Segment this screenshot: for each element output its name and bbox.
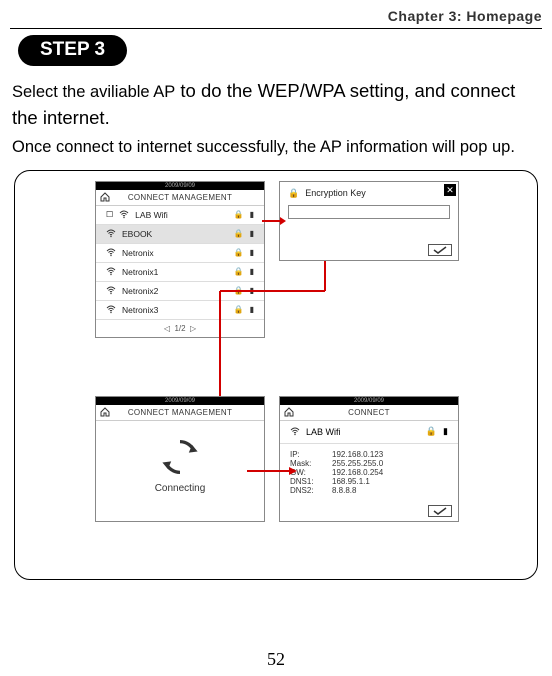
home-icon: [284, 407, 294, 419]
home-icon: [100, 407, 110, 419]
page-number: 52: [0, 649, 552, 670]
kv-row: IP: 192.168.0.123: [290, 450, 448, 459]
result-ssid-row: LAB Wifi 🔒 ▮: [280, 421, 458, 444]
result-ssid: LAB Wifi: [306, 427, 420, 437]
list-item[interactable]: EBOOK 🔒 ▮: [96, 225, 264, 244]
kv-val: 192.168.0.123: [332, 450, 383, 459]
panel-date: 2009/09/09: [96, 182, 264, 190]
panel-title-text: CONNECT MANAGEMENT: [128, 408, 232, 417]
pager-prev-icon[interactable]: ◁: [164, 324, 170, 333]
lock-icon: 🔒: [426, 426, 437, 437]
connecting-label: Connecting: [155, 483, 206, 494]
kv-val: 8.8.8.8: [332, 486, 356, 495]
lock-icon: 🔒: [234, 210, 244, 219]
kv-row: Mask:255.255.255.0: [290, 459, 448, 468]
signal-icon: ▮: [443, 426, 448, 437]
wifi-icon: [119, 209, 129, 221]
instruction-paragraph-2: Once connect to internet successfully, t…: [12, 136, 540, 160]
panel-title-connect: CONNECT: [280, 405, 458, 421]
encryption-dialog: ✕ 🔒 Encryption Key: [279, 181, 459, 261]
confirm-button[interactable]: [428, 505, 452, 517]
panel-title-connecting: CONNECT MANAGEMENT: [96, 405, 264, 421]
connecting-panel: 2009/09/09 CONNECT MANAGEMENT Connecting: [95, 396, 265, 522]
panel-title-text: CONNECT MANAGEMENT: [128, 193, 232, 202]
arrow-right-icon: [247, 466, 297, 476]
panel-date: 2009/09/09: [280, 397, 458, 405]
lock-icon: 🔒: [234, 229, 244, 238]
kv-val: 168.95.1.1: [332, 477, 370, 486]
header-divider: [10, 28, 542, 29]
network-info: IP: 192.168.0.123 Mask:255.255.255.0 GW:1…: [280, 444, 458, 495]
dialog-title: 🔒 Encryption Key: [280, 182, 458, 203]
wifi-icon: [106, 285, 116, 297]
wifi-icon: [106, 247, 116, 259]
encryption-key-input[interactable]: [288, 205, 450, 219]
instr-1a: Select the aviliable AP: [12, 83, 175, 101]
signal-icon: ▮: [250, 210, 254, 219]
wifi-name: Netronix: [122, 248, 228, 258]
check-icon: [433, 507, 447, 515]
home-icon: [100, 192, 110, 204]
chapter-header: Chapter 3: Homepage: [10, 8, 542, 24]
kv-key: DNS1:: [290, 477, 324, 486]
wifi-icon: [106, 266, 116, 278]
wifi-name: LAB Wifi: [135, 210, 227, 220]
panel-title-connmgmt: CONNECT MANAGEMENT: [96, 190, 264, 206]
kv-val: 192.168.0.254: [332, 468, 383, 477]
signal-icon: ▮: [250, 248, 254, 257]
checkbox-icon: ☐: [106, 210, 113, 219]
signal-icon: ▮: [250, 229, 254, 238]
wifi-name: EBOOK: [122, 229, 228, 239]
wifi-icon: [290, 426, 300, 438]
panel-title-text: CONNECT: [348, 408, 390, 417]
wifi-icon: [106, 304, 116, 316]
pager-next-icon[interactable]: ▷: [190, 324, 196, 333]
instruction-paragraph-1: Select the aviliable AP to do the WEP/WP…: [12, 78, 540, 132]
kv-val: 255.255.255.0: [332, 459, 383, 468]
close-icon[interactable]: ✕: [444, 184, 456, 196]
list-item[interactable]: ☐ LAB Wifi 🔒 ▮: [96, 206, 264, 225]
check-icon: [433, 246, 447, 254]
kv-row: DNS2: 8.8.8.8: [290, 486, 448, 495]
dialog-title-text: Encryption Key: [305, 188, 366, 198]
spinner-icon: [158, 435, 202, 479]
lock-icon: 🔒: [234, 248, 244, 257]
kv-key: IP:: [290, 450, 324, 459]
kv-key: DNS2:: [290, 486, 324, 495]
bottom-row: 2009/09/09 CONNECT MANAGEMENT Connecting…: [95, 396, 459, 522]
connection-result-panel: 2009/09/09 CONNECT LAB Wifi 🔒 ▮ IP: 192.1…: [279, 396, 459, 522]
diagram-container: 2009/09/09 CONNECT MANAGEMENT ☐ LAB Wifi…: [14, 170, 538, 580]
panel-date: 2009/09/09: [96, 397, 264, 405]
step-badge: STEP 3: [18, 35, 127, 66]
confirm-button[interactable]: [428, 244, 452, 256]
wifi-icon: [106, 228, 116, 240]
pager-text: 1/2: [174, 324, 185, 333]
kv-row: DNS1: 168.95.1.1: [290, 477, 448, 486]
arrow-right-icon: [262, 216, 286, 226]
lock-icon: 🔒: [288, 188, 299, 199]
connecting-body: Connecting: [96, 421, 264, 500]
kv-row: GW:192.168.0.254: [290, 468, 448, 477]
